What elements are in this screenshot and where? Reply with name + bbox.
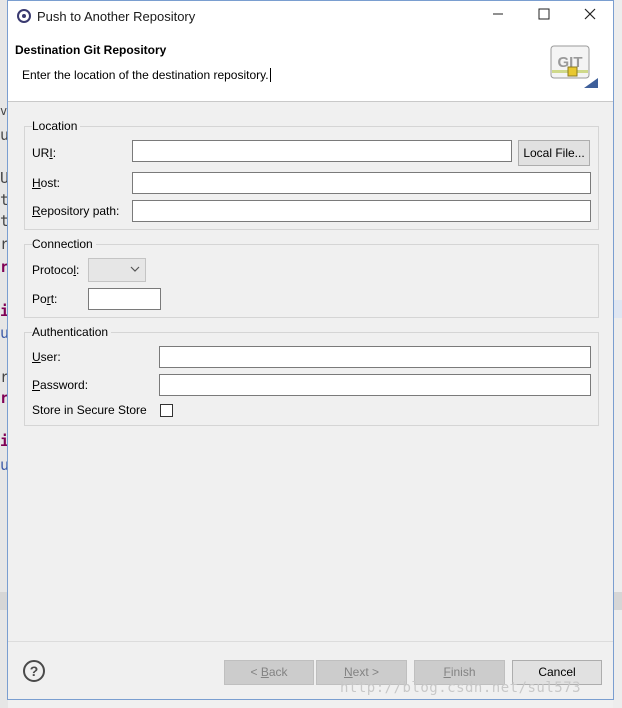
page-description-text: Enter the location of the destination re… bbox=[22, 68, 269, 82]
location-group-label: Location bbox=[32, 119, 81, 133]
host-label-part: ost: bbox=[40, 176, 61, 190]
connection-group-label: Connection bbox=[32, 237, 96, 251]
password-label: Password: bbox=[32, 378, 88, 392]
authentication-group-label: Authentication bbox=[32, 325, 112, 339]
help-icon[interactable]: ? bbox=[23, 660, 45, 682]
close-button[interactable] bbox=[567, 1, 613, 32]
repository-path-label: Repository path: bbox=[32, 204, 119, 218]
text-cursor bbox=[269, 68, 271, 82]
user-input[interactable] bbox=[159, 346, 591, 368]
back-button[interactable]: < Back bbox=[224, 660, 314, 685]
repository-path-label-part: epository path: bbox=[40, 204, 120, 218]
port-label-part: Po bbox=[32, 292, 47, 306]
local-file-button[interactable]: Local File... bbox=[518, 140, 590, 166]
window-title: Push to Another Repository bbox=[37, 9, 196, 24]
port-input[interactable] bbox=[88, 288, 161, 310]
password-label-part: assword: bbox=[40, 378, 89, 392]
minimize-icon bbox=[493, 13, 503, 15]
close-icon bbox=[584, 8, 596, 20]
background-strip bbox=[613, 592, 622, 610]
maximize-icon bbox=[538, 8, 550, 20]
next-button-mnemonic: N bbox=[343, 665, 353, 679]
chevron-down-icon bbox=[130, 266, 140, 272]
host-label-mnemonic: H bbox=[32, 176, 41, 190]
footer-separator bbox=[8, 641, 613, 642]
user-label-part: ser: bbox=[40, 350, 61, 364]
protocol-label: Protocol: bbox=[32, 263, 79, 277]
repository-path-input[interactable] bbox=[132, 200, 591, 222]
background-strip bbox=[613, 300, 622, 318]
uri-input[interactable] bbox=[132, 140, 512, 162]
background-editor-right bbox=[613, 0, 622, 708]
host-input[interactable] bbox=[132, 172, 591, 194]
protocol-select[interactable] bbox=[88, 258, 146, 282]
password-label-mnemonic: P bbox=[32, 378, 41, 392]
uri-label-part: : bbox=[52, 146, 57, 160]
page-title: Destination Git Repository bbox=[15, 43, 167, 57]
minimize-button[interactable] bbox=[475, 1, 521, 32]
host-label: Host: bbox=[32, 176, 60, 190]
user-label-mnemonic: U bbox=[32, 350, 41, 364]
protocol-label-part: Protoco bbox=[32, 263, 74, 277]
protocol-label-part: : bbox=[76, 263, 80, 277]
store-in-secure-store-checkbox[interactable] bbox=[160, 404, 173, 417]
back-button-part: < bbox=[250, 665, 261, 679]
port-label-part: t: bbox=[50, 292, 58, 306]
page-description: Enter the location of the destination re… bbox=[22, 68, 271, 82]
eclipse-icon bbox=[17, 9, 31, 23]
back-button-mnemonic: B bbox=[260, 665, 269, 679]
watermark: http://blog.csdn.net/sul573 bbox=[340, 680, 582, 696]
next-button-part: ext > bbox=[352, 665, 380, 679]
port-label: Port: bbox=[32, 292, 57, 306]
back-button-part: ack bbox=[268, 665, 288, 679]
push-dialog: Push to Another Repository Destination G… bbox=[7, 0, 614, 700]
maximize-button[interactable] bbox=[521, 1, 567, 32]
uri-label-part: UR bbox=[32, 146, 50, 160]
title-bar: Push to Another Repository bbox=[8, 1, 613, 32]
git-logo-icon: GIT bbox=[550, 45, 598, 88]
uri-label: URI: bbox=[32, 146, 56, 160]
wizard-header: Destination Git Repository Enter the loc… bbox=[8, 32, 613, 102]
finish-button-part: inish bbox=[450, 665, 476, 679]
store-in-secure-store-label: Store in Secure Store bbox=[32, 403, 147, 417]
finish-button-mnemonic: F bbox=[443, 665, 451, 679]
password-input[interactable] bbox=[159, 374, 591, 396]
repository-path-label-mnemonic: R bbox=[32, 204, 41, 218]
user-label: User: bbox=[32, 350, 61, 364]
